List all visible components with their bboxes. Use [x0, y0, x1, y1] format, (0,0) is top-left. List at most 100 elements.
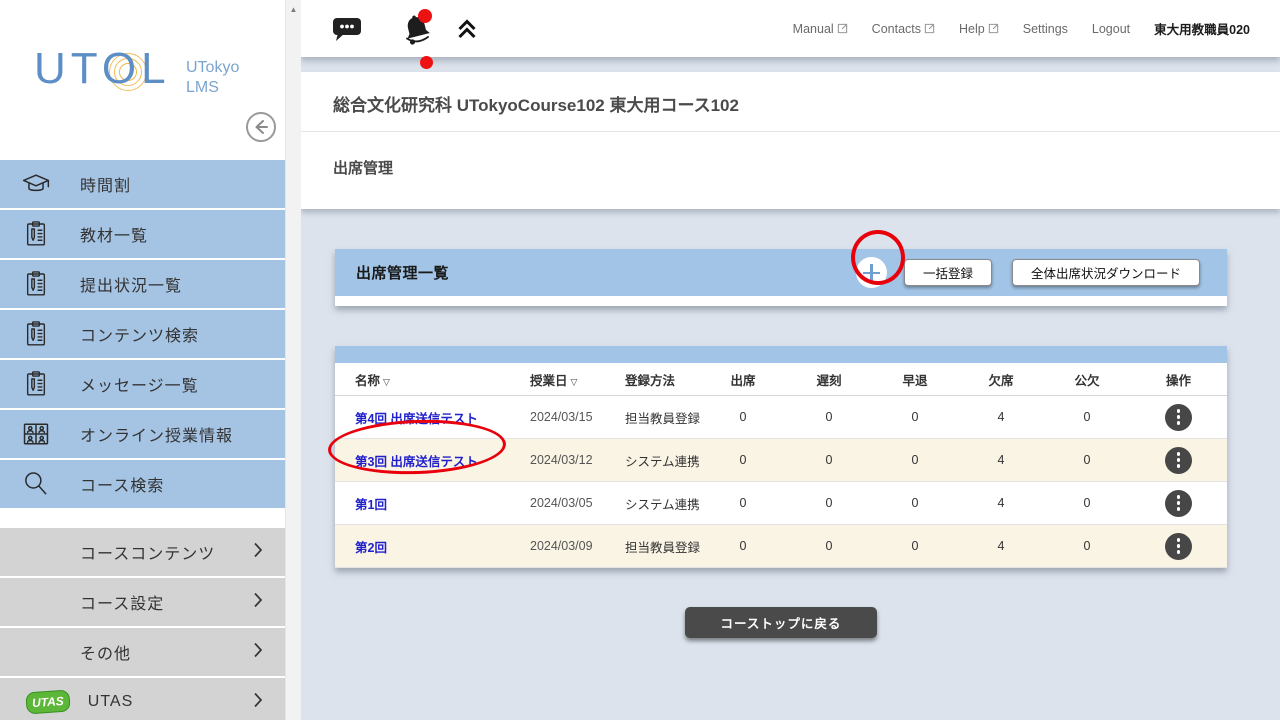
row-actions-menu-icon[interactable] [1165, 447, 1192, 474]
message-icon[interactable] [332, 16, 362, 42]
sidebar-item-utas[interactable]: UTAS UTAS [0, 678, 285, 720]
row-actions-menu-icon[interactable] [1165, 533, 1192, 560]
class-date: 2024/03/05 [520, 496, 615, 510]
attendance-record-link[interactable]: 第2回 [355, 541, 387, 555]
excused-count: 0 [1044, 453, 1130, 467]
table-top-bar [335, 346, 1227, 363]
left-early-count: 0 [872, 496, 958, 510]
excused-count: 0 [1044, 496, 1130, 510]
class-date: 2024/03/12 [520, 453, 615, 467]
manual-link[interactable]: Manual [793, 22, 848, 36]
bulk-register-button[interactable]: 一括登録 [904, 259, 992, 286]
sidebar-item-course-search[interactable]: コース検索 [0, 460, 285, 508]
link-label: Help [959, 22, 985, 36]
external-link-icon [924, 23, 935, 34]
late-count: 0 [786, 410, 872, 424]
link-label: Settings [1023, 22, 1068, 36]
sidebar-item-label: 時間割 [80, 172, 131, 196]
left-early-count: 0 [872, 539, 958, 553]
attendance-panel-header: 出席管理一覧 一括登録 全体出席状況ダウンロード [335, 249, 1227, 296]
table-row: 第4回 出席送信テスト 2024/03/15 担当教員登録 0 0 0 4 0 [335, 396, 1227, 439]
sidebar-item-others[interactable]: その他 [0, 628, 285, 676]
sidebar-item-timetable[interactable]: 時間割 [0, 160, 285, 208]
attendance-record-link[interactable]: 第1回 [355, 498, 387, 512]
contacts-link[interactable]: Contacts [872, 22, 935, 36]
content-area: 出席管理一覧 一括登録 全体出席状況ダウンロード 名称▽ 授業日▽ 登録方法 出… [301, 209, 1280, 638]
class-date: 2024/03/09 [520, 539, 615, 553]
search-icon [18, 468, 54, 500]
sort-icon[interactable]: ▽ [383, 377, 390, 387]
course-header: 総合文化研究科 UTokyoCourse102 東大用コース102 出席管理 [301, 72, 1280, 209]
register-method: 担当教員登録 [615, 408, 700, 427]
absent-count: 4 [958, 453, 1044, 467]
sidebar-scrollbar[interactable]: ▲ [285, 0, 301, 720]
column-header-name[interactable]: 名称▽ [335, 370, 520, 389]
sidebar-collapse-button[interactable] [246, 112, 276, 142]
sidebar: UTOL UTokyo LMS 時間割 [0, 0, 285, 720]
link-label: Manual [793, 22, 834, 36]
sidebar-item-messages[interactable]: メッセージ一覧 [0, 360, 285, 408]
back-to-course-top-button[interactable]: コーストップに戻る [685, 607, 877, 638]
table-row: 第2回 2024/03/09 担当教員登録 0 0 0 4 0 [335, 525, 1227, 568]
sidebar-item-label: 提出状況一覧 [80, 272, 182, 296]
utol-logo: UTOL [34, 44, 171, 94]
external-link-icon [988, 23, 999, 34]
page-title: 出席管理 [301, 132, 1280, 209]
app-window: UTOL UTokyo LMS 時間割 [0, 0, 1280, 720]
class-date: 2024/03/15 [520, 410, 615, 424]
topbar: Manual Contacts Help [301, 0, 1280, 57]
register-method: システム連携 [615, 494, 700, 513]
row-actions-menu-icon[interactable] [1165, 490, 1192, 517]
scroll-up-arrow-icon[interactable]: ▲ [290, 5, 298, 14]
clipboard-icon [18, 318, 54, 350]
column-header-left-early: 早退 [872, 370, 958, 389]
sidebar-item-label: コースコンテンツ [80, 540, 215, 564]
sidebar-item-label: コース設定 [80, 590, 164, 614]
panel-body [335, 296, 1227, 306]
sidebar-item-course-contents[interactable]: コースコンテンツ [0, 528, 285, 576]
logo-area: UTOL UTokyo LMS [0, 0, 285, 160]
column-header-late: 遅刻 [786, 370, 872, 389]
link-label: Logout [1092, 22, 1130, 36]
logout-link[interactable]: Logout [1092, 22, 1130, 36]
attendance-record-link[interactable]: 第4回 出席送信テスト [355, 412, 478, 426]
present-count: 0 [700, 539, 786, 553]
sidebar-item-online-class-info[interactable]: オンライン授業情報 [0, 410, 285, 458]
arrow-left-icon [251, 117, 271, 137]
left-early-count: 0 [872, 410, 958, 424]
clipboard-icon [18, 368, 54, 400]
attendance-table: 名称▽ 授業日▽ 登録方法 出席 遅刻 早退 欠席 公欠 操作 第4回 出席送信… [335, 346, 1227, 568]
add-attendance-button[interactable] [856, 257, 887, 288]
logo-sub-line2: LMS [186, 78, 239, 98]
chevron-right-icon [253, 642, 263, 663]
collapse-up-icon[interactable] [454, 16, 480, 42]
sidebar-item-content-search[interactable]: コンテンツ検索 [0, 310, 285, 358]
download-all-attendance-button[interactable]: 全体出席状況ダウンロード [1012, 259, 1200, 286]
table-row: 第1回 2024/03/05 システム連携 0 0 0 4 0 [335, 482, 1227, 525]
attendance-record-link[interactable]: 第3回 出席送信テスト [355, 455, 478, 469]
sidebar-item-materials[interactable]: 教材一覧 [0, 210, 285, 258]
chevron-right-icon [253, 592, 263, 613]
sidebar-menu: 時間割 教材一覧 [0, 160, 285, 510]
sidebar-item-label: オンライン授業情報 [80, 422, 233, 446]
graduation-cap-icon [18, 169, 54, 199]
excused-count: 0 [1044, 410, 1130, 424]
panel-title: 出席管理一覧 [356, 262, 449, 283]
help-link[interactable]: Help [959, 22, 999, 36]
bell-icon[interactable] [400, 12, 434, 46]
sidebar-item-course-settings[interactable]: コース設定 [0, 578, 285, 626]
row-actions-menu-icon[interactable] [1165, 404, 1192, 431]
sort-icon[interactable]: ▽ [571, 377, 578, 387]
excused-count: 0 [1044, 539, 1130, 553]
register-method: システム連携 [615, 451, 700, 470]
column-header-date[interactable]: 授業日▽ [520, 370, 615, 389]
course-title: 総合文化研究科 UTokyoCourse102 東大用コース102 [301, 72, 1280, 132]
sidebar-item-submission-status[interactable]: 提出状況一覧 [0, 260, 285, 308]
sidebar-item-label: コース検索 [80, 472, 164, 496]
late-count: 0 [786, 453, 872, 467]
settings-link[interactable]: Settings [1023, 22, 1068, 36]
column-label: 登録方法 [625, 374, 675, 388]
username: 東大用教職員020 [1154, 19, 1250, 38]
table-row: 第3回 出席送信テスト 2024/03/12 システム連携 0 0 0 4 0 [335, 439, 1227, 482]
topbar-links: Manual Contacts Help [793, 19, 1280, 38]
